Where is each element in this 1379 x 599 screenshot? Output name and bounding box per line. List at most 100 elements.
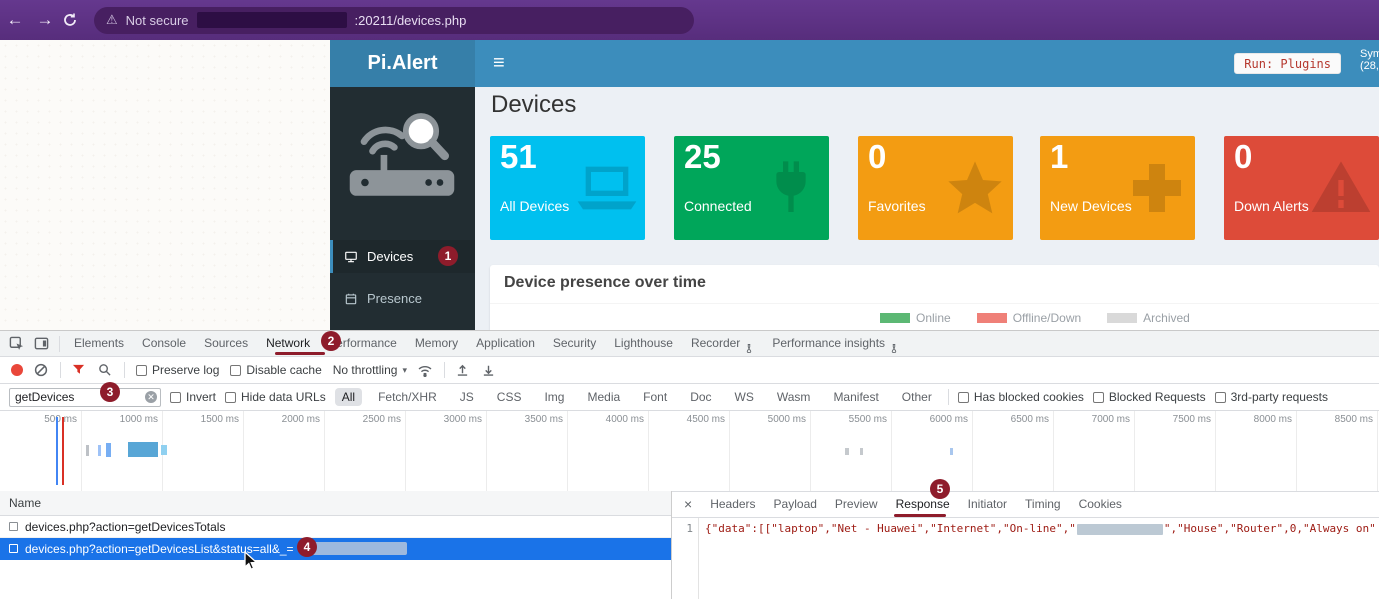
filter-chip-img[interactable]: Img: [537, 388, 571, 406]
filter-chip-wasm[interactable]: Wasm: [770, 388, 818, 406]
filter-chip-ws[interactable]: WS: [728, 388, 761, 406]
stat-value: 0: [868, 138, 886, 176]
has-blocked-cookies-checkbox[interactable]: [958, 392, 969, 403]
tab-initiator[interactable]: Initiator: [959, 491, 1016, 517]
filter-chip-other[interactable]: Other: [895, 388, 939, 406]
tab-cookies[interactable]: Cookies: [1070, 491, 1131, 517]
filter-input-box[interactable]: ✕: [9, 388, 161, 407]
response-body[interactable]: 1 {"data":[["laptop","Net - Huawei","Int…: [672, 518, 1379, 599]
tab-security[interactable]: Security: [544, 331, 605, 356]
stat-card-down-alerts[interactable]: 0 Down Alerts: [1224, 136, 1379, 240]
tab-application[interactable]: Application: [467, 331, 544, 356]
stat-card-all-devices[interactable]: 51 All Devices: [490, 136, 645, 240]
request-list-header[interactable]: Name: [0, 491, 671, 516]
throttling-select[interactable]: No throttling ▾: [333, 363, 407, 377]
network-overview[interactable]: 500 ms1000 ms1500 ms2000 ms2500 ms3000 m…: [0, 411, 1379, 492]
reload-icon[interactable]: [62, 12, 78, 28]
tab-preview[interactable]: Preview: [826, 491, 887, 517]
tab-lighthouse[interactable]: Lighthouse: [605, 331, 682, 356]
tab-timing[interactable]: Timing: [1016, 491, 1070, 517]
detail-tab-bar: × Headers Payload Preview Response Initi…: [672, 491, 1379, 518]
user-info[interactable]: Sym (28,: [1360, 48, 1379, 72]
preserve-log-option[interactable]: Preserve log: [136, 363, 219, 377]
har-export-icon[interactable]: [482, 363, 497, 378]
filter-chip-fetch-xhr[interactable]: Fetch/XHR: [371, 388, 444, 406]
not-secure-warning-icon[interactable]: ⚠: [106, 12, 118, 28]
timeline-tick-label: 3000 ms: [424, 414, 482, 425]
filter-icon[interactable]: [72, 363, 87, 378]
network-activity-mark: [161, 445, 167, 455]
run-plugins-button[interactable]: Run: Plugins: [1234, 53, 1341, 74]
tab-recorder[interactable]: Recorder: [682, 331, 763, 356]
brand-logo[interactable]: Pi.Alert: [330, 40, 475, 87]
response-text-after: ","House","Router",0,"Always on": [1164, 522, 1376, 535]
legend-swatch: [977, 313, 1007, 323]
laptop-icon: [575, 156, 639, 220]
disable-cache-checkbox[interactable]: [230, 365, 241, 376]
timeline-tick-label: 5500 ms: [829, 414, 887, 425]
inspect-icon[interactable]: [9, 336, 24, 351]
timeline-tick-label: 500 ms: [19, 414, 77, 425]
record-icon[interactable]: [11, 364, 23, 376]
user-line-2: (28,: [1360, 60, 1379, 72]
device-toolbar-icon[interactable]: [34, 336, 49, 351]
stat-card-favorites[interactable]: 0 Favorites: [858, 136, 1013, 240]
timeline-tick-label: 4000 ms: [586, 414, 644, 425]
request-row[interactable]: devices.php?action=getDevicesTotals: [0, 516, 671, 538]
search-icon[interactable]: [98, 363, 113, 378]
divider: [59, 336, 60, 352]
network-activity-mark: [860, 448, 863, 455]
third-party-requests-checkbox[interactable]: [1215, 392, 1226, 403]
har-import-icon[interactable]: [456, 363, 471, 378]
hide-data-urls-checkbox[interactable]: [225, 392, 236, 403]
preserve-log-checkbox[interactable]: [136, 365, 147, 376]
tab-console[interactable]: Console: [133, 331, 195, 356]
close-icon[interactable]: ×: [672, 496, 701, 512]
filter-chip-css[interactable]: CSS: [490, 388, 529, 406]
stat-card-connected[interactable]: 25 Connected: [674, 136, 829, 240]
back-icon[interactable]: ←: [0, 10, 30, 30]
blank-page-area: [0, 40, 330, 330]
clear-icon[interactable]: [34, 363, 49, 378]
stat-value: 1: [1050, 138, 1068, 176]
stat-label: Favorites: [868, 198, 926, 214]
forward-icon[interactable]: →: [30, 10, 60, 30]
timeline-gridline: [1296, 411, 1297, 491]
legend-swatch: [1107, 313, 1137, 323]
filter-chip-js[interactable]: JS: [453, 388, 481, 406]
filter-chip-font[interactable]: Font: [636, 388, 674, 406]
tab-label: Performance insights: [772, 331, 885, 356]
clear-filter-icon[interactable]: ✕: [145, 391, 157, 403]
filter-chip-all[interactable]: All: [335, 388, 362, 406]
filter-chip-media[interactable]: Media: [580, 388, 627, 406]
stat-card-new-devices[interactable]: 1 New Devices: [1040, 136, 1195, 240]
network-conditions-icon[interactable]: [418, 363, 433, 378]
sidebar-item-presence[interactable]: Presence: [330, 282, 475, 315]
divider: [444, 362, 445, 378]
has-blocked-cookies-option[interactable]: Has blocked cookies: [958, 390, 1084, 404]
blocked-requests-checkbox[interactable]: [1093, 392, 1104, 403]
tab-performance-insights[interactable]: Performance insights: [763, 331, 908, 356]
url-text: :20211/devices.php: [355, 13, 467, 28]
tab-payload[interactable]: Payload: [765, 491, 826, 517]
sidebar-item-label: Devices: [367, 249, 413, 264]
hide-data-urls-option[interactable]: Hide data URLs: [225, 390, 326, 404]
timeline-tick-label: 8500 ms: [1315, 414, 1373, 425]
invert-option[interactable]: Invert: [170, 390, 216, 404]
filter-chip-manifest[interactable]: Manifest: [826, 388, 885, 406]
tab-elements[interactable]: Elements: [65, 331, 133, 356]
tab-sources[interactable]: Sources: [195, 331, 257, 356]
annotation-badge-2: 2: [321, 331, 341, 351]
disable-cache-option[interactable]: Disable cache: [230, 363, 321, 377]
tab-headers[interactable]: Headers: [701, 491, 764, 517]
third-party-requests-option[interactable]: 3rd-party requests: [1215, 390, 1328, 404]
request-row-selected[interactable]: devices.php?action=getDevicesList&status…: [0, 538, 671, 560]
address-bar[interactable]: ⚠ Not secure :20211/devices.php: [94, 7, 694, 34]
plus-icon: [1125, 156, 1189, 220]
invert-checkbox[interactable]: [170, 392, 181, 403]
blocked-requests-option[interactable]: Blocked Requests: [1093, 390, 1206, 404]
timeline-gridline: [648, 411, 649, 491]
filter-chip-doc[interactable]: Doc: [683, 388, 718, 406]
tab-memory[interactable]: Memory: [406, 331, 467, 356]
menu-toggle-icon[interactable]: ≡: [493, 40, 505, 87]
